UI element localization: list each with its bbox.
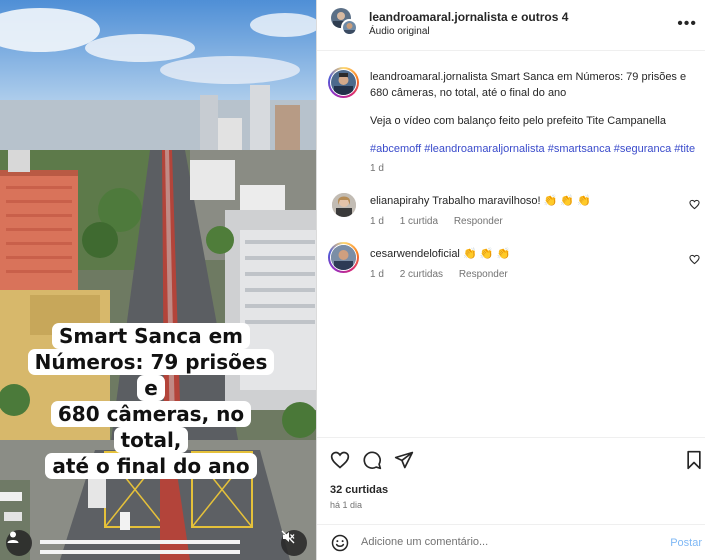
likes-count[interactable]: 32 curtidas [330,484,388,496]
comment-time: 1 d [370,269,384,280]
post-comment-button[interactable]: Postar [670,537,702,549]
caption-line: Smart Sanca em [52,323,250,349]
heart-icon [330,451,350,469]
user-tag-icon [7,531,19,543]
post-author-link[interactable]: leandroamaral.jornalista [370,71,487,83]
avatar[interactable] [328,242,359,273]
share-icon[interactable] [394,450,414,470]
bookmark-icon[interactable] [685,450,703,470]
comment-icon[interactable] [362,450,382,470]
caption-line-2: Veja o vídeo com balanço feito pelo pref… [370,115,666,127]
avatar[interactable] [332,193,356,217]
comment: cesarwendeloficial 👏 👏 👏 [370,246,670,262]
heart-icon[interactable] [689,254,700,265]
hashtags[interactable]: #abcemoff #leandroamaraljornalista #smar… [370,141,705,157]
like-button[interactable] [330,450,350,470]
post-actions [317,437,705,481]
video-caption-overlay: Smart Sanca em Números: 79 prisões e 680… [26,323,276,479]
comment-meta: 1 d 1 curtida Responder [370,216,516,227]
post-video[interactable]: Smart Sanca em Números: 79 prisões e 680… [0,0,316,560]
emoji-icon[interactable] [331,534,349,552]
post-owner-link[interactable]: leandroamaral.jornalista e outros 4 [369,10,568,24]
post-details-panel: leandroamaral.jornalista e outros 4 Áudi… [316,0,705,560]
heart-icon[interactable] [689,199,700,210]
comment: elianapirahy Trabalho maravilhoso! 👏 👏 👏 [370,193,670,209]
post-age: há 1 dia [330,500,363,510]
avatar[interactable] [341,19,358,36]
comment-text: Trabalho maravilhoso! 👏 👏 👏 [432,195,591,207]
comment-meta: 1 d 2 curtidas Responder [370,269,521,280]
comment-bar: Postar [317,524,705,560]
audio-link[interactable]: Áudio original [369,26,430,37]
caption-line: Números: 79 prisões e [27,349,275,401]
comment-author-link[interactable]: elianapirahy [370,195,429,207]
comment-text: 👏 👏 👏 [462,248,511,260]
comment-likes[interactable]: 1 curtida [400,216,438,227]
mute-icon [281,530,295,544]
comment-author-link[interactable]: cesarwendeloficial [370,248,460,260]
reply-button[interactable]: Responder [459,269,508,280]
user-tag-button[interactable] [6,530,32,556]
post-header: leandroamaral.jornalista e outros 4 Áudi… [317,0,705,51]
caption-line: 680 câmeras, no total, [50,401,252,453]
comment-likes[interactable]: 2 curtidas [400,269,443,280]
mute-button[interactable] [281,530,307,556]
comment-input[interactable] [361,536,641,548]
caption-line: até o final do ano [45,453,257,479]
reply-button[interactable]: Responder [454,216,503,227]
more-icon[interactable]: ••• [677,15,697,33]
author-avatar[interactable] [328,67,359,98]
comment-time: 1 d [370,216,384,227]
post-time: 1 d [370,163,384,174]
post-caption: leandroamaral.jornalista Smart Sanca em … [370,69,700,101]
